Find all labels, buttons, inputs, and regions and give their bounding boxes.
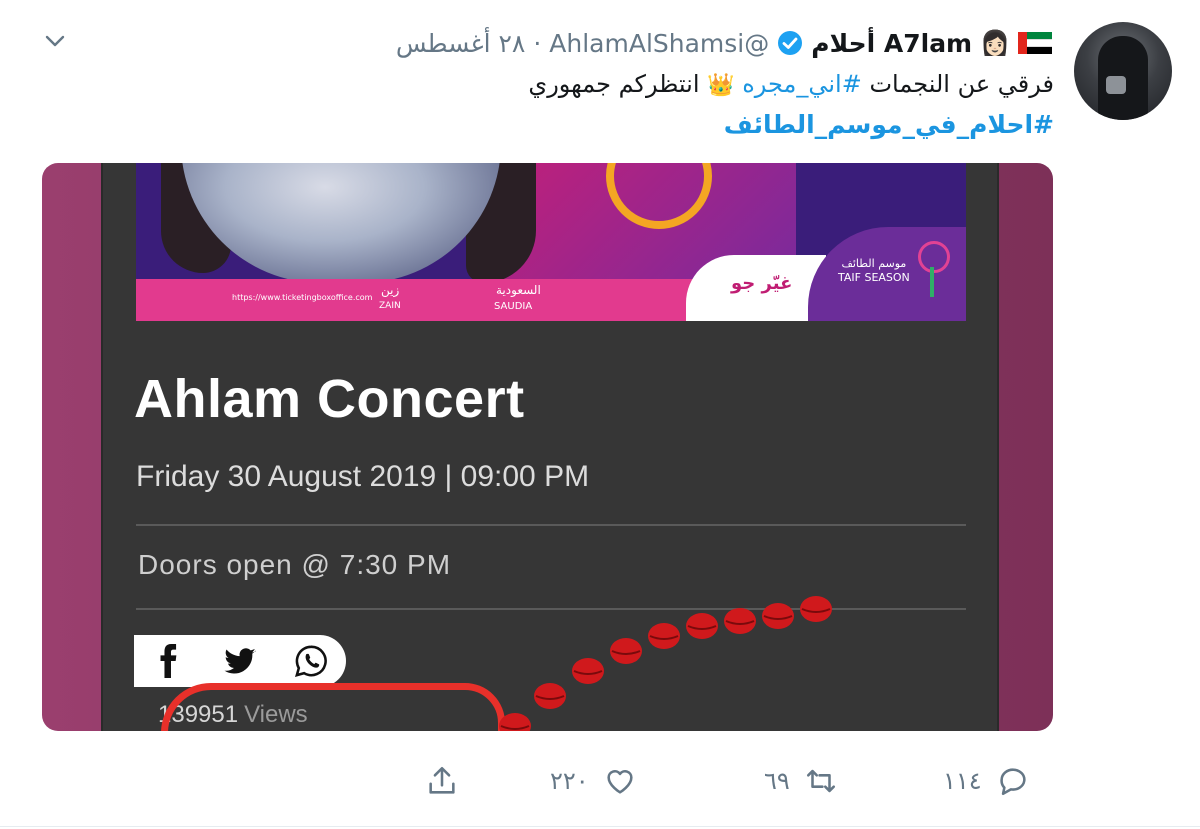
- facebook-icon: [160, 644, 177, 678]
- brand-badge: غيّر جو: [686, 255, 826, 321]
- like-count: ٢٢٠: [550, 767, 589, 795]
- tweet[interactable]: 👩🏻 A7lam أحلام @AhlamAlShamsi · ٢٨ أغسطس…: [0, 0, 1200, 829]
- taif-season-logo: موسم الطائف TAIF SEASON: [808, 227, 966, 321]
- tweet-text: انتظركم جمهوري: [528, 70, 700, 98]
- share-action[interactable]: [425, 764, 459, 798]
- concert-date: Friday 30 August 2019 | 09:00 PM: [136, 460, 590, 493]
- sponsor-saudia-en: SAUDIA: [494, 301, 533, 312]
- tweet-header: 👩🏻 A7lam أحلام @AhlamAlShamsi · ٢٨ أغسطس: [396, 26, 1052, 60]
- share-icon[interactable]: [425, 764, 459, 798]
- retweet-count: ٦٩: [764, 767, 790, 795]
- retweet-icon[interactable]: [804, 764, 838, 798]
- sponsor-saudia-ar: السعودية: [496, 283, 541, 297]
- red-circle-annotation: [161, 683, 505, 731]
- sponsor-zain-ar: زين: [381, 283, 400, 297]
- kiss-icon: [648, 623, 680, 649]
- tweet-text: فرقي عن النجمات: [869, 70, 1054, 98]
- kiss-icon: [534, 683, 566, 709]
- twitter-icon: [224, 648, 256, 674]
- author-name[interactable]: A7lam أحلام: [811, 29, 972, 58]
- doors-open: Doors open @ 7:30 PM: [138, 549, 452, 580]
- hashtag-link[interactable]: #اني_مجره: [742, 70, 862, 98]
- like-action[interactable]: ٢٢٠: [550, 764, 637, 798]
- share-bar: [134, 635, 346, 687]
- crown-emoji-icon: 👑: [707, 73, 735, 98]
- kiss-icon: [499, 713, 531, 731]
- chevron-down-icon[interactable]: [44, 32, 66, 50]
- divider: [0, 826, 1200, 827]
- tweet-text-line2: #احلام_في_موسم_الطائف: [234, 110, 1054, 139]
- kiss-icon: [686, 613, 718, 639]
- whatsapp-icon: [294, 645, 327, 677]
- avatar[interactable]: [1074, 22, 1172, 120]
- separator-dot: ·: [533, 28, 542, 58]
- kiss-icon: [610, 638, 642, 664]
- divider: [136, 608, 966, 610]
- verified-badge-icon: [778, 31, 803, 55]
- sponsor-zain-en: ZAIN: [379, 301, 401, 311]
- kiss-icon: [800, 596, 832, 622]
- reply-icon[interactable]: [996, 764, 1030, 798]
- reply-action[interactable]: ١١٤: [943, 764, 1030, 798]
- concert-title: Ahlam Concert: [134, 369, 525, 429]
- concert-banner: https://www.ticketingboxoffice.com زين Z…: [136, 163, 966, 321]
- divider: [136, 524, 966, 526]
- media-image[interactable]: https://www.ticketingboxoffice.com زين Z…: [42, 163, 1053, 731]
- tweet-date[interactable]: ٢٨ أغسطس: [396, 29, 526, 58]
- kiss-icon: [762, 603, 794, 629]
- ticket-screenshot: https://www.ticketingboxoffice.com زين Z…: [101, 163, 999, 731]
- tweet-text-line1: فرقي عن النجمات #اني_مجره 👑 انتظركم جمهو…: [234, 70, 1054, 98]
- like-icon[interactable]: [603, 764, 637, 798]
- sponsor-url: https://www.ticketingboxoffice.com: [232, 293, 373, 302]
- uae-flag-icon: [1018, 32, 1052, 55]
- kiss-icon: [572, 658, 604, 684]
- author-handle[interactable]: @AhlamAlShamsi: [549, 29, 769, 58]
- hashtag-link[interactable]: #احلام_في_موسم_الطائف: [724, 110, 1054, 139]
- face-emoji-icon: 👩🏻: [980, 29, 1010, 57]
- retweet-action[interactable]: ٦٩: [764, 764, 838, 798]
- reply-count: ١١٤: [943, 767, 982, 795]
- kiss-icon: [724, 608, 756, 634]
